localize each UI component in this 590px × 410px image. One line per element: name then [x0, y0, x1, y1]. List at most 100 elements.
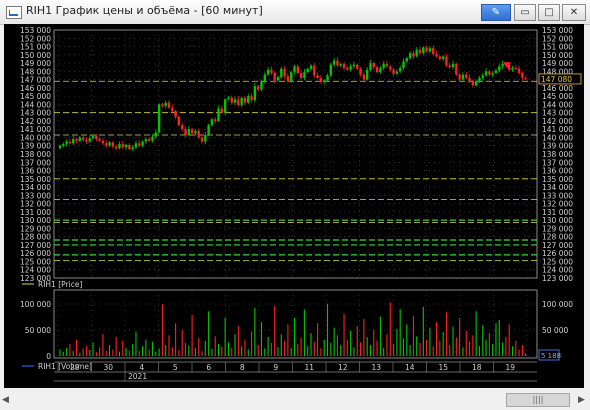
candle-body [247, 96, 250, 103]
price-volume-chart[interactable]: 153 000 153 000152 000 152 000151 000 151 0… [4, 24, 584, 388]
candle-body [128, 144, 131, 150]
candle-body [171, 107, 174, 112]
scroll-right-icon[interactable]: ▶ [578, 395, 585, 405]
candle-body [349, 66, 352, 70]
candle-body [303, 72, 306, 78]
candle-body [296, 66, 300, 73]
candle-body [474, 81, 478, 86]
candle-body [118, 144, 121, 149]
candle-body [164, 102, 167, 107]
candle-body [484, 71, 488, 76]
candle-body [382, 63, 385, 69]
candle-body [448, 65, 451, 68]
date-label: 29 [70, 363, 80, 372]
candle-body [75, 139, 78, 141]
candle-body [389, 66, 392, 70]
candle-body [468, 77, 471, 82]
candle-body [95, 135, 98, 140]
chart-app-icon [6, 6, 22, 19]
candle-body [398, 68, 402, 72]
candle-body [501, 63, 504, 67]
candle-body [352, 64, 356, 67]
candle-body [273, 72, 276, 81]
volume-tick-label-left: 0 [46, 352, 51, 361]
candle-body [260, 81, 263, 90]
candle-body [432, 48, 435, 54]
candle-body [65, 141, 68, 145]
candle-body [151, 136, 154, 141]
candle-body [85, 139, 88, 142]
candle-body [365, 69, 369, 80]
volume-pane-frame [53, 289, 538, 359]
date-label: 19 [505, 363, 515, 372]
candle-body [233, 99, 237, 103]
candle-body [157, 104, 161, 133]
volume-tick-label-right: 50 000 [542, 326, 568, 335]
candle-body [491, 72, 494, 75]
candle-body [422, 47, 425, 54]
candle-body [435, 53, 438, 57]
candle-body [276, 77, 280, 81]
date-label: 13 [371, 363, 381, 372]
candle-body [207, 125, 210, 135]
candle-body [91, 135, 95, 139]
scroll-thumb[interactable]: |||| [506, 393, 570, 407]
candle-body [184, 129, 187, 135]
candle-body [105, 143, 108, 146]
candle-body [283, 68, 286, 77]
candle-body [144, 139, 148, 142]
date-label: 6 [206, 363, 211, 372]
candle-body [256, 86, 260, 90]
candle-body [481, 75, 484, 78]
candle-body [375, 67, 379, 73]
candle-body [425, 47, 428, 52]
candle-body [458, 74, 461, 80]
candle-body [524, 77, 527, 79]
volume-tick-label-left: 100 000 [20, 300, 51, 309]
candle-body [428, 48, 432, 52]
candle-body [58, 145, 62, 149]
candle-body [494, 70, 498, 73]
chart-area[interactable]: 153 000 153 000 152 000 152 000 151 000 151 0… [4, 24, 584, 388]
candle-body [167, 102, 171, 108]
candle-body [237, 99, 240, 106]
candle-body [147, 139, 151, 141]
candle-body [200, 137, 204, 142]
candle-body [161, 104, 164, 107]
candle-body [362, 74, 366, 80]
candle-body [379, 68, 382, 73]
date-label: 15 [438, 363, 448, 372]
close-button[interactable]: ✕ [562, 4, 586, 21]
date-label: 9 [273, 363, 278, 372]
horizontal-scrollbar[interactable]: ◀ |||| ▶ [0, 390, 590, 410]
candle-body [227, 97, 230, 100]
candle-body [369, 63, 372, 70]
candle-body [323, 80, 326, 83]
candle-body [270, 69, 273, 73]
candle-body [210, 119, 214, 126]
candle-body [243, 97, 247, 103]
pin-button[interactable]: ✎ [481, 4, 511, 21]
candle-body [498, 66, 501, 71]
candle-body [181, 125, 184, 130]
candle-body [250, 96, 253, 101]
minimize-button[interactable]: ▭ [514, 4, 536, 21]
candle-body [81, 137, 85, 140]
candle-body [121, 144, 124, 148]
scroll-left-icon[interactable]: ◀ [2, 395, 9, 405]
candle-body [339, 63, 342, 66]
candle-body [134, 143, 138, 148]
maximize-button[interactable]: □ [538, 4, 560, 21]
candle-body [332, 60, 336, 65]
candle-body [131, 147, 134, 150]
candle-body [415, 49, 418, 57]
volume-tick-label-left: 50 000 [25, 326, 51, 335]
candle-body [154, 132, 157, 137]
candle-body [286, 76, 290, 82]
candle-body [204, 134, 207, 142]
candle-body [98, 139, 101, 141]
candle-body [72, 139, 75, 144]
candle-body [78, 137, 82, 141]
candle-body [223, 99, 227, 113]
candle-body [187, 129, 191, 135]
